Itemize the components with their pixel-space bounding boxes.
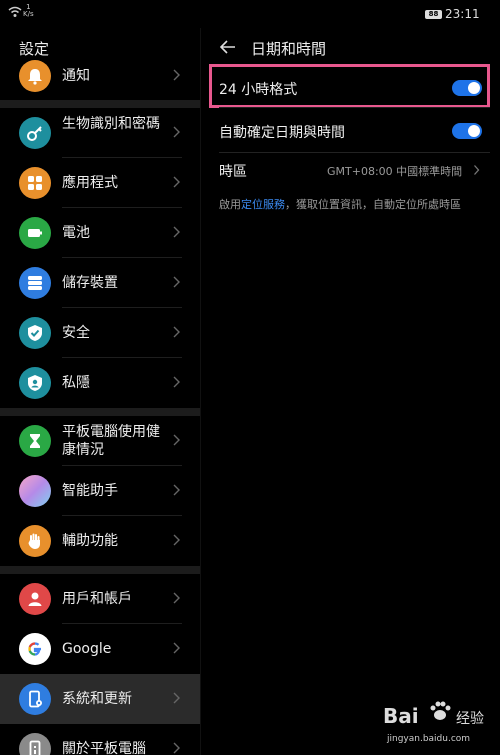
privacy-shield-icon <box>19 367 51 399</box>
timezone-label: 時區 <box>219 164 247 180</box>
highlight-box <box>209 64 490 108</box>
toggle-knob <box>468 125 480 137</box>
chevron-right-icon <box>474 165 480 175</box>
chevron-right-icon <box>173 276 180 288</box>
sidebar-item-label: 儲存裝置 <box>62 275 118 291</box>
date-time-pane: 日期和時間 24 小時格式 自動確定日期與時間 時區 GMT+08:00 中國標… <box>201 28 500 755</box>
sidebar-item-privacy[interactable]: 私隱 <box>0 358 200 408</box>
chevron-right-icon <box>173 126 180 138</box>
sidebar-item-biometrics[interactable]: 生物識別和密碼 <box>0 108 200 158</box>
sidebar-item-label: 生物識別和密碼 <box>62 116 160 132</box>
sidebar-item-label: 私隱 <box>62 375 90 391</box>
sidebar-item-label: 通知 <box>62 68 90 84</box>
shield-check-icon <box>19 317 51 349</box>
watermark-brand-suffix: 经验 <box>456 711 484 727</box>
sidebar-item-label: Google <box>62 641 112 657</box>
baidu-watermark: Bai 经验 jingyan.baidu.com <box>383 698 498 753</box>
sidebar-item-about-tablet[interactable]: 關於平板電腦 <box>0 724 200 755</box>
chevron-right-icon <box>173 742 180 754</box>
sidebar-item-storage[interactable]: 儲存裝置 <box>0 258 200 308</box>
hourglass-icon <box>19 425 51 457</box>
battery-icon <box>19 217 51 249</box>
location-note: 啟用定位服務，獲取位置資訊，自動定位所處時區 <box>219 196 489 213</box>
timezone-value: GMT+08:00 中國標準時間 <box>327 165 463 178</box>
chevron-right-icon <box>173 534 180 546</box>
chevron-right-icon <box>173 692 180 704</box>
sidebar-item-notifications[interactable]: 通知 <box>0 51 200 101</box>
note-suffix: ，獲取位置資訊，自動定位所處時區 <box>285 198 461 211</box>
sidebar-item-apps[interactable]: 應用程式 <box>0 158 200 208</box>
storage-icon <box>19 267 51 299</box>
timezone-row[interactable]: 時區 GMT+08:00 中國標準時間 <box>201 153 500 189</box>
sidebar-item-label: 用戶和帳戶 <box>62 591 132 607</box>
assistant-orb-icon <box>19 475 51 507</box>
sidebar-item-smart-assistant[interactable]: 智能助手 <box>0 466 200 516</box>
chevron-right-icon <box>173 592 180 604</box>
section-divider <box>0 566 200 574</box>
status-bar: 1 K/s 88 23:11 <box>0 0 500 28</box>
bell-icon <box>19 60 51 92</box>
sidebar-item-label: 平板電腦使用健康情況 <box>62 424 160 458</box>
sidebar-item-label: 輔助功能 <box>62 533 118 549</box>
hand-icon <box>19 525 51 557</box>
note-prefix: 啟用 <box>219 198 241 211</box>
apps-grid-icon <box>19 167 51 199</box>
sidebar-item-label: 應用程式 <box>62 175 118 191</box>
auto-time-toggle[interactable] <box>452 123 482 139</box>
network-speed-unit: K/s <box>23 10 34 18</box>
chevron-right-icon <box>173 642 180 654</box>
watermark-brand: Bai <box>383 704 419 728</box>
key-icon <box>19 117 51 149</box>
sidebar-item-google[interactable]: Google <box>0 624 200 674</box>
chevron-right-icon <box>173 484 180 496</box>
clock: 23:11 <box>445 7 480 21</box>
sidebar-item-system-updates[interactable]: 系統和更新 <box>0 674 200 724</box>
back-arrow-icon[interactable] <box>220 40 236 54</box>
network-speed: 1 K/s <box>23 4 34 18</box>
sidebar-item-accessibility[interactable]: 輔助功能 <box>0 516 200 566</box>
chevron-right-icon <box>173 376 180 388</box>
google-icon <box>19 633 51 665</box>
sidebar-item-battery[interactable]: 電池 <box>0 208 200 258</box>
auto-time-row[interactable]: 自動確定日期與時間 <box>201 108 500 154</box>
user-icon <box>19 583 51 615</box>
section-divider <box>0 100 200 108</box>
sidebar-item-digital-balance[interactable]: 平板電腦使用健康情況 <box>0 416 200 466</box>
chevron-right-icon <box>173 434 180 446</box>
watermark-url: jingyan.baidu.com <box>387 734 471 744</box>
paw-icon <box>430 701 451 720</box>
page-title: 日期和時間 <box>251 40 327 58</box>
auto-time-label: 自動確定日期與時間 <box>219 125 345 141</box>
settings-sidebar: 設定 通知 生物識別和密碼 應用程式 電池 儲存裝置 安全 私隱 平板電腦使用健… <box>0 28 200 755</box>
sidebar-item-label: 安全 <box>62 325 90 341</box>
section-divider <box>0 408 200 416</box>
sidebar-item-label: 電池 <box>62 225 90 241</box>
tablet-icon <box>19 733 51 755</box>
battery-indicator: 88 <box>425 10 442 19</box>
chevron-right-icon <box>173 226 180 238</box>
tablet-settings-icon <box>19 683 51 715</box>
wifi-icon <box>8 6 22 17</box>
sidebar-item-users-accounts[interactable]: 用戶和帳戶 <box>0 574 200 624</box>
chevron-right-icon <box>173 176 180 188</box>
sidebar-item-security[interactable]: 安全 <box>0 308 200 358</box>
chevron-right-icon <box>173 69 180 81</box>
sidebar-item-label: 智能助手 <box>62 483 118 499</box>
sidebar-item-label: 關於平板電腦 <box>62 741 146 755</box>
chevron-right-icon <box>173 326 180 338</box>
location-services-link[interactable]: 定位服務 <box>241 198 285 211</box>
sidebar-item-label: 系統和更新 <box>62 691 132 707</box>
